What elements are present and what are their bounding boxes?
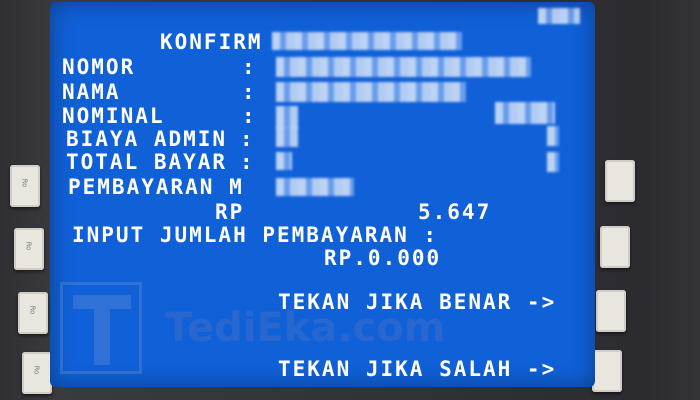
watermark-text: TediEka.com	[165, 305, 446, 351]
atm-right-key-3[interactable]	[596, 290, 626, 332]
redacted-nama	[276, 82, 466, 102]
option-wrong[interactable]: TEKAN JIKA SALAH ->	[278, 359, 556, 380]
watermark-logo	[60, 282, 142, 374]
atm-right-key-2[interactable]	[600, 226, 630, 268]
redacted-area	[538, 8, 580, 24]
redacted-title-suffix	[272, 32, 462, 50]
field-label-nomor: NOMOR	[62, 55, 136, 79]
field-sep-total-bayar: :	[240, 150, 255, 174]
atm-left-key-1[interactable]: Ro	[10, 165, 40, 207]
amount-value: 5.647	[418, 200, 492, 224]
input-prompt: INPUT JUMLAH PEMBAYARAN :	[72, 223, 439, 247]
atm-left-key-4[interactable]: Ro	[22, 352, 52, 394]
field-label-total-bayar: TOTAL BAYAR	[66, 150, 228, 174]
redacted-total-bayar-right	[547, 152, 559, 172]
field-sep-nama: :	[242, 80, 257, 104]
atm-left-key-3[interactable]: Ro	[18, 292, 48, 334]
redacted-biaya-admin-left	[276, 127, 298, 147]
atm-right-key-1[interactable]	[605, 160, 635, 202]
atm-left-key-2[interactable]: Ro	[14, 228, 44, 270]
input-amount-field[interactable]: RP.0.000	[324, 248, 441, 269]
redacted-pembayaran	[276, 178, 354, 196]
field-label-nominal: NOMINAL	[62, 104, 165, 128]
field-label-biaya-admin: BIAYA ADMIN	[66, 127, 228, 151]
field-sep-nominal: :	[242, 104, 257, 128]
redacted-nominal-right	[495, 102, 555, 124]
redacted-biaya-admin-right	[547, 126, 559, 146]
amount-currency: RP	[215, 200, 245, 224]
redacted-total-bayar-left	[276, 152, 292, 170]
page-title: KONFIRM	[160, 30, 263, 54]
field-label-nama: NAMA	[62, 80, 121, 104]
redacted-nominal-left	[276, 106, 298, 128]
field-sep-nomor: :	[242, 55, 257, 79]
redacted-nomor	[276, 57, 531, 77]
atm-right-key-4[interactable]	[592, 350, 622, 392]
field-label-pembayaran: PEMBAYARAN M	[68, 175, 244, 199]
field-sep-biaya-admin: :	[240, 127, 255, 151]
